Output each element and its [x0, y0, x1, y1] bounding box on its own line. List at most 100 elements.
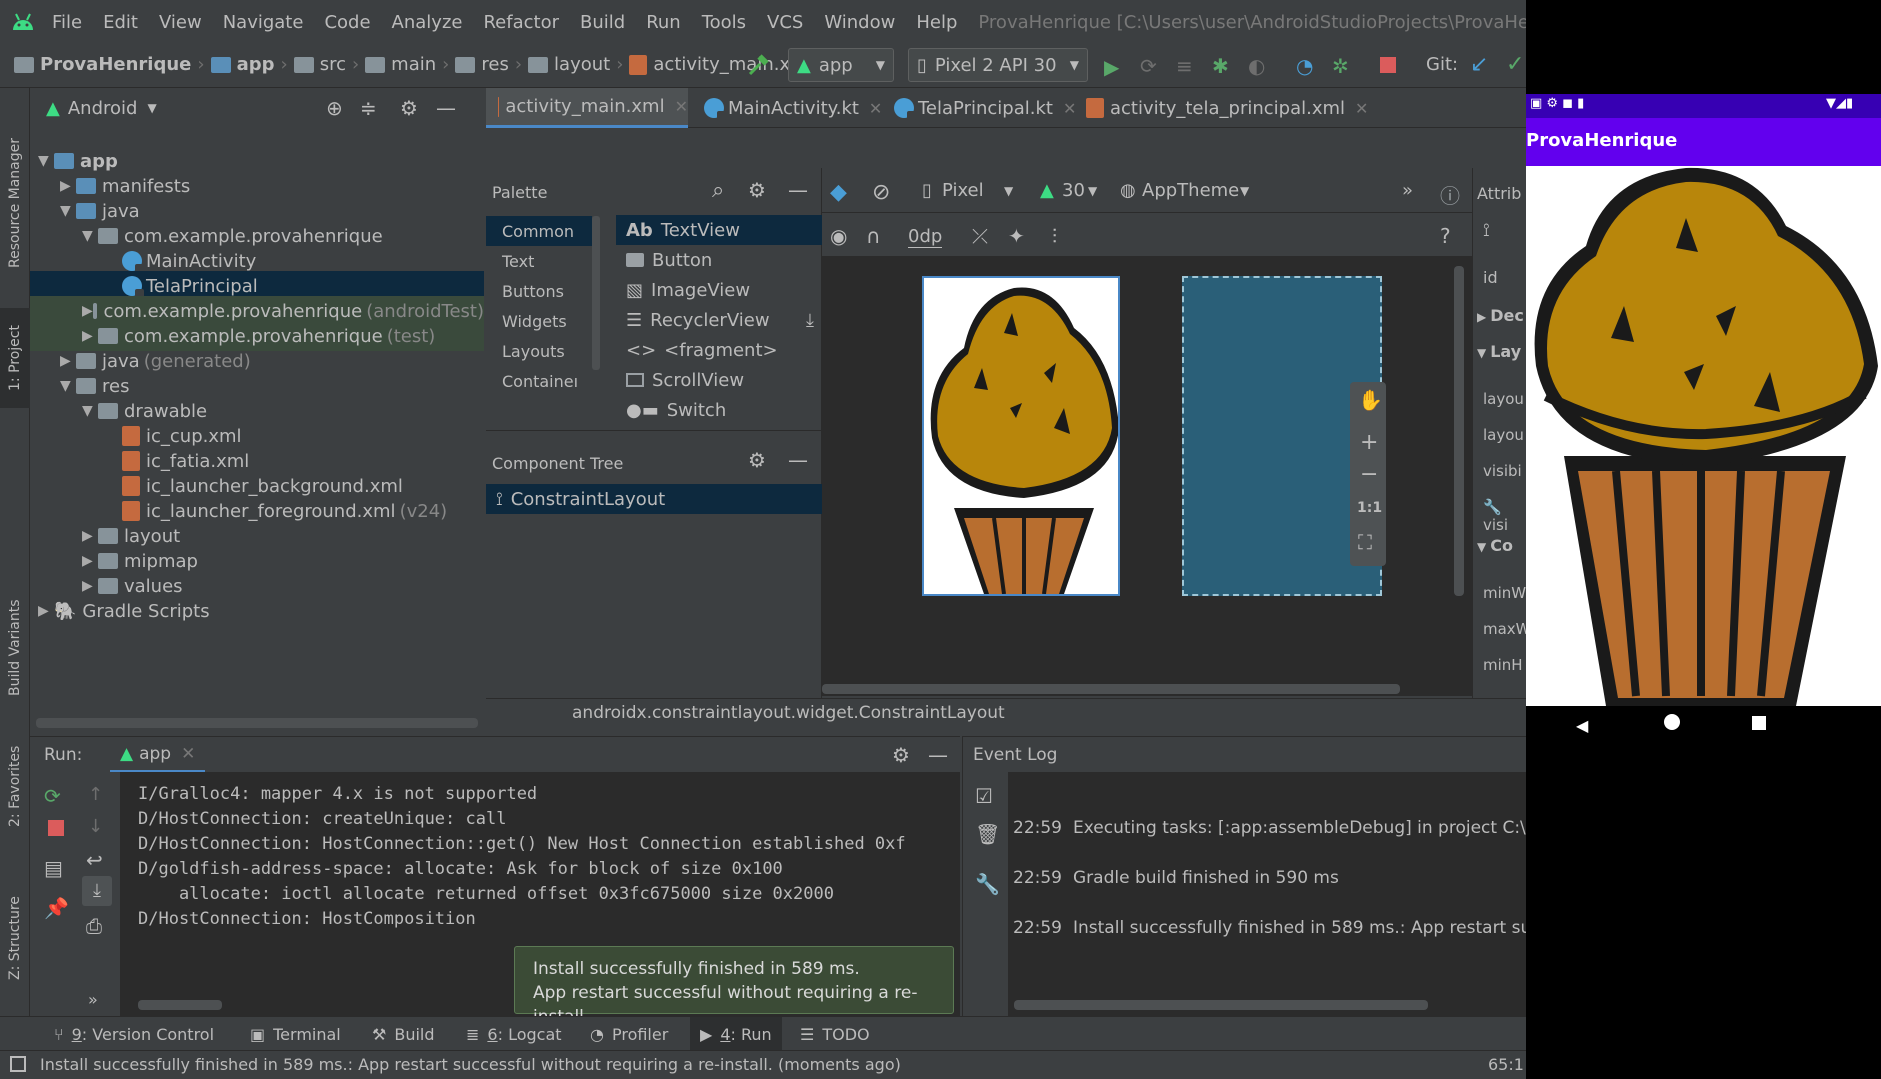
download-icon[interactable]: ⤓ [806, 310, 814, 331]
device-dropdown[interactable]: ▯ Pixel 2 API 30 ▼ [908, 48, 1088, 82]
chevron-right-icon[interactable]: ▶ [82, 553, 98, 569]
chevron-down-icon[interactable]: ▼ [1004, 184, 1013, 198]
horizontal-scrollbar[interactable] [36, 718, 478, 728]
print-icon[interactable]: ⎙ [86, 914, 102, 938]
menu-window[interactable]: Window [824, 12, 895, 33]
tab-todo[interactable]: ☰ TODO [800, 1017, 870, 1051]
chevron-right-icon[interactable]: ▶ [38, 603, 54, 619]
menu-run[interactable]: Run [646, 12, 681, 33]
layout-icon[interactable]: ▤ [44, 856, 63, 880]
search-icon[interactable]: ⌕ [712, 178, 724, 203]
more-icon[interactable]: » [88, 990, 98, 1009]
canvas-horizontal-scrollbar[interactable] [822, 684, 1400, 694]
menu-tools[interactable]: Tools [702, 12, 746, 33]
chevron-down-icon[interactable]: ▼ [82, 403, 98, 419]
palette-category-buttons[interactable]: Buttons [486, 276, 592, 306]
tab-logcat[interactable]: ≣ 6: Logcat [466, 1017, 562, 1051]
trash-icon[interactable]: 🗑 [975, 822, 1000, 846]
close-icon[interactable]: ✕ [1355, 99, 1368, 118]
breadcrumb-src[interactable]: src [320, 54, 346, 75]
menu-analyze[interactable]: Analyze [392, 12, 463, 33]
tab-build[interactable]: ⚒ Build [372, 1017, 435, 1051]
default-margin-field[interactable]: 0dp [908, 226, 943, 248]
clear-constraints-icon[interactable]: ⤫ [972, 224, 988, 248]
apply-changes-icon[interactable]: ⟳ [1140, 54, 1157, 78]
hide-panel-icon[interactable]: — [436, 96, 456, 120]
tool-windows-icon[interactable] [10, 1056, 26, 1072]
guidelines-icon[interactable]: ⫶ [1052, 224, 1057, 248]
project-view-mode[interactable]: Android [68, 98, 138, 119]
chevron-right-icon[interactable]: ▶ [82, 303, 93, 319]
breadcrumb-project[interactable]: ProvaHenrique [40, 54, 191, 75]
chevron-right-icon[interactable]: ▶ [82, 528, 98, 544]
layers-icon[interactable]: ◆ [830, 180, 847, 205]
chevron-down-icon[interactable]: ▼ [1088, 184, 1097, 198]
magnet-icon[interactable]: ∩ [866, 224, 881, 248]
home-icon[interactable] [1664, 714, 1680, 730]
git-commit-icon[interactable]: ✓ [1506, 52, 1524, 77]
pin-icon[interactable]: 📌 [44, 896, 69, 920]
palette-item-button[interactable]: Button [616, 245, 822, 275]
chevron-right-icon[interactable]: ▶ [60, 178, 76, 194]
status-message[interactable]: Install successfully finished in 589 ms.… [40, 1055, 901, 1074]
palette-category-containers[interactable]: Containeı [486, 366, 592, 396]
console-scrollbar[interactable] [138, 1000, 222, 1010]
chevron-right-icon[interactable]: ▶ [82, 578, 98, 594]
menu-code[interactable]: Code [324, 12, 370, 33]
gear-icon[interactable]: ⚙ [748, 178, 766, 202]
eye-icon[interactable]: ◉ [830, 224, 847, 248]
palette-item-imageview[interactable]: ▧ ImageView [616, 275, 822, 305]
palette-item-recyclerview[interactable]: ☰ RecyclerView ⤓ [616, 305, 822, 335]
section-common[interactable]: ▼ Co [1477, 536, 1513, 555]
section-layout[interactable]: ▼ Lay [1477, 342, 1521, 361]
menu-help[interactable]: Help [916, 12, 957, 33]
git-update-icon[interactable]: ↙ [1470, 52, 1488, 77]
design-device-dropdown[interactable]: Pixel [942, 180, 984, 201]
mark-read-icon[interactable]: ☑ [975, 784, 993, 808]
tab-telaprincipal[interactable]: TelaPrincipal.kt ✕ [894, 88, 1076, 128]
stop-icon[interactable] [48, 820, 64, 836]
palette-category-text[interactable]: Text [486, 246, 592, 276]
more-actions-icon[interactable]: » [1402, 180, 1413, 201]
wrench-icon[interactable]: 🔧 [975, 872, 1000, 896]
gear-icon[interactable]: ⚙ [892, 743, 910, 767]
recents-icon[interactable] [1752, 716, 1766, 730]
palette-scrollbar[interactable] [592, 216, 600, 370]
palette-item-switch[interactable]: ●▬ Switch [616, 395, 822, 425]
zoom-out-icon[interactable]: − [1360, 462, 1378, 487]
emulator-screen[interactable]: ▣ ⚙ ◼ ▮ ▼◢▮ ProvaHenrique ◀ [1526, 0, 1881, 1079]
api-level-dropdown[interactable]: 30 [1062, 180, 1085, 201]
palette-item-scrollview[interactable]: ScrollView [616, 365, 822, 395]
tab-activity-main[interactable]: activity_main.xml ✕ [486, 88, 688, 128]
orientation-icon[interactable]: ⊘ [872, 180, 890, 205]
canvas-vertical-scrollbar[interactable] [1454, 266, 1464, 596]
debug-icon[interactable]: ✱ [1212, 54, 1229, 78]
back-icon[interactable]: ◀ [1576, 716, 1588, 735]
project-tab[interactable]: 1: Project [0, 308, 30, 408]
breadcrumb-app[interactable]: app [237, 54, 275, 75]
tab-version-control[interactable]: ⑂ 9: Version Control [54, 1017, 214, 1051]
resource-manager-tab[interactable]: Resource Manager [0, 118, 30, 288]
zoom-to-fit-icon[interactable]: ⛶ [1358, 530, 1372, 554]
component-tree-root[interactable]: ⟟ ConstraintLayout [486, 484, 822, 514]
close-icon[interactable]: ✕ [869, 99, 882, 118]
pan-hand-icon[interactable]: ✋ [1358, 388, 1383, 412]
tab-profiler[interactable]: ◔ Profiler [590, 1017, 668, 1051]
coverage-icon[interactable]: ◐ [1248, 54, 1265, 78]
run-configuration-dropdown[interactable]: ▲ app ▼ [788, 48, 894, 82]
attach-debugger-icon[interactable]: ✲ [1332, 54, 1349, 78]
breadcrumb-main[interactable]: main [391, 54, 436, 75]
menu-navigate[interactable]: Navigate [223, 12, 304, 33]
favorites-tab[interactable]: 2: Favorites [0, 736, 30, 836]
chevron-down-icon[interactable]: ▼ [60, 203, 76, 219]
chevron-down-icon[interactable]: ▼ [147, 101, 156, 115]
chevron-down-icon[interactable]: ▼ [60, 378, 76, 394]
section-declared-attributes[interactable]: ▶ Dec [1477, 306, 1524, 325]
profiler-icon[interactable]: ◔ [1296, 54, 1313, 78]
menu-vcs[interactable]: VCS [767, 12, 803, 33]
menu-view[interactable]: View [159, 12, 202, 33]
build-variants-tab[interactable]: Build Variants [0, 578, 30, 718]
menu-build[interactable]: Build [580, 12, 625, 33]
rerun-icon[interactable]: ⟳ [44, 784, 61, 808]
palette-item-textview[interactable]: Ab TextView [616, 215, 822, 245]
